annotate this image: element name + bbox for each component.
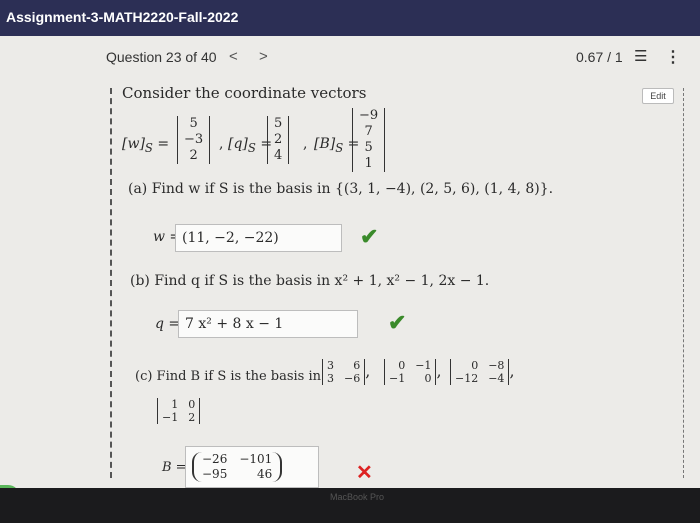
answer-b-field[interactable]: 7 x² + 8 x − 1	[178, 310, 358, 338]
basis-matrix-3: 0 −8 −12 −4,	[450, 359, 515, 385]
answer-c-field[interactable]: −26 −101 −95 46	[185, 446, 319, 488]
answer-c-matrix: −26 −101 −95 46	[192, 452, 283, 482]
part-c-text: (c) Find B if S is the basis in	[135, 369, 322, 384]
basis-matrix-1: 3 6 3 −6,	[322, 359, 370, 385]
basis-matrix-4: 1 0 −1 2	[157, 398, 201, 424]
part-b-text: (b) Find q if S is the basis in x² + 1, …	[130, 273, 490, 289]
answer-b-label: q =	[155, 316, 181, 332]
q-vector-label: [q]S =	[228, 136, 273, 155]
basis-matrix-2: 0 −1 −1 0,	[384, 359, 442, 385]
incorrect-x-icon: ✕	[356, 460, 373, 484]
answer-c-label: B =	[162, 460, 187, 475]
correct-check-icon: ✔	[388, 310, 407, 336]
part-a-text: (a) Find w if S is the basis in {(3, 1, …	[128, 181, 554, 197]
question-screen: Question 23 of 40 < > 0.67 / 1 ☰ ⋮ Edit …	[0, 36, 700, 511]
B-vector: −9 7 5 1	[352, 108, 386, 172]
correct-check-icon: ✔	[360, 224, 379, 250]
window-title-bar: Assignment-3-MATH2220-Fall-2022	[0, 0, 700, 36]
problem-content: Consider the coordinate vectors [w]S = 5…	[0, 36, 700, 488]
w-vector-label: [w]S =	[122, 136, 170, 155]
brand-label: MacBook Pro	[330, 492, 385, 502]
q-vector: 524	[267, 116, 290, 164]
answer-a-field[interactable]: (11, −2, −22)	[175, 224, 342, 252]
intro-text: Consider the coordinate vectors	[122, 84, 367, 102]
w-vector: 5 −3 2	[177, 116, 211, 164]
laptop-bezel: MacBook Pro	[0, 488, 700, 523]
window-title: Assignment-3-MATH2220-Fall-2022	[6, 9, 239, 25]
